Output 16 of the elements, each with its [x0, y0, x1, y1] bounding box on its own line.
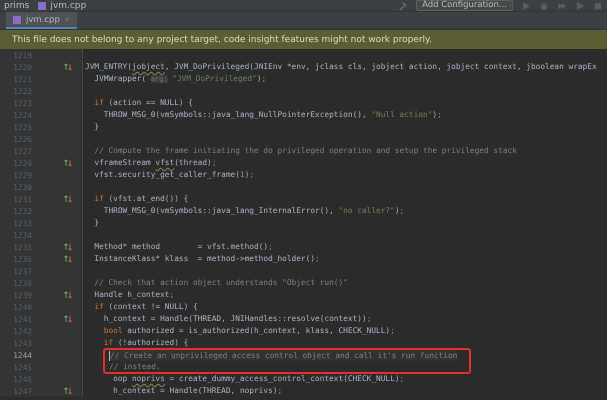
breadcrumb-item[interactable]: prims: [4, 0, 30, 10]
override-arrows-icon[interactable]: [64, 195, 72, 203]
override-arrows-icon[interactable]: [64, 291, 72, 299]
override-arrows-icon[interactable]: [64, 387, 72, 395]
text-cursor: [109, 350, 110, 361]
file-tab[interactable]: jvm.cpp ×: [6, 12, 77, 29]
cpp-file-icon: [37, 0, 48, 10]
override-arrows-icon[interactable]: [64, 159, 72, 167]
override-arrows-icon[interactable]: [64, 63, 72, 71]
override-arrows-icon[interactable]: [64, 243, 72, 251]
warning-banner-text: This file does not belong to any project target, code insight features might not work properly.: [12, 34, 432, 44]
override-arrows-icon[interactable]: [64, 255, 72, 263]
override-arrows-icon[interactable]: [64, 315, 72, 323]
add-configuration-button[interactable]: Add Configuration...: [416, 0, 513, 11]
breadcrumb-item[interactable]: jvm.cpp: [50, 0, 86, 10]
cpp-file-icon: [12, 14, 22, 24]
